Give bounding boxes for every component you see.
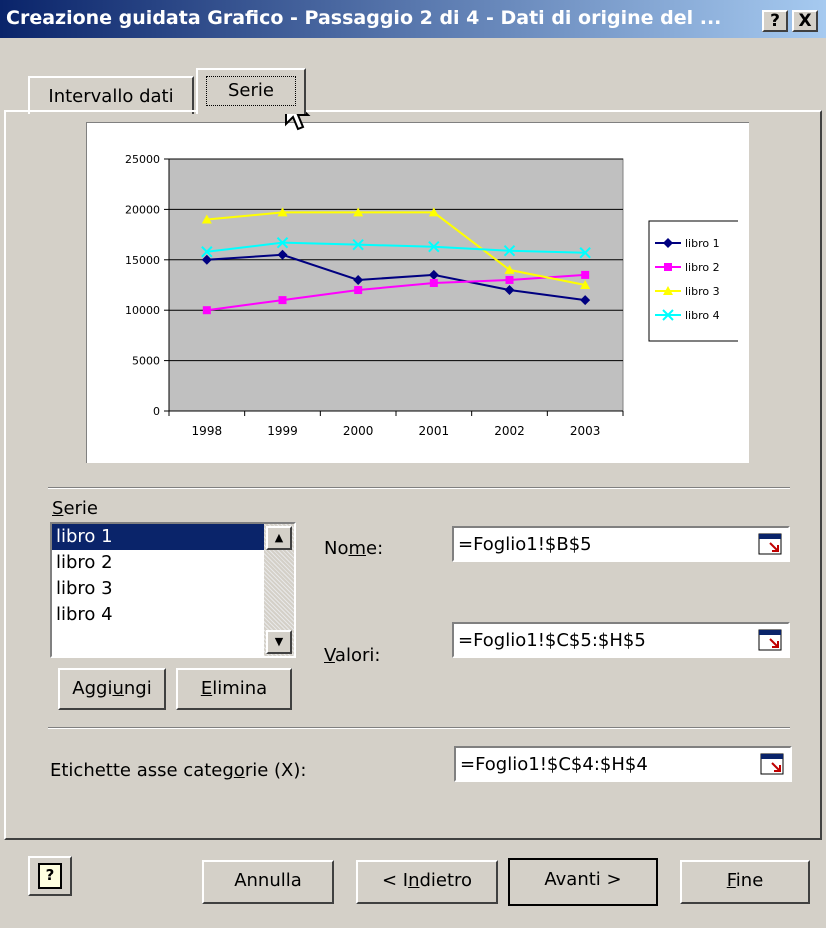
window-title: Creazione guidata Grafico - Passaggio 2 … xyxy=(6,7,722,29)
series-label: Serie xyxy=(52,498,98,519)
cancel-button[interactable]: Annulla xyxy=(202,860,334,904)
range-picker-icon[interactable] xyxy=(758,533,782,555)
y-tick-label: 0 xyxy=(153,405,160,418)
series-list: libro 1 libro 2 libro 3 libro 4 xyxy=(52,524,264,656)
category-labels-field[interactable]: =Foglio1!$C$4:$H$4 xyxy=(454,746,792,782)
line-chart: 0 5000 10000 15000 20000 25000 1998 1999 2000 200… xyxy=(125,153,770,438)
series-point xyxy=(202,306,211,315)
range-picker-icon[interactable] xyxy=(758,629,782,651)
x-tick-label: 2000 xyxy=(343,424,374,438)
x-tick-label: 2003 xyxy=(570,424,601,438)
series-list-item[interactable]: libro 3 xyxy=(52,576,264,602)
plot-area xyxy=(168,158,624,412)
remove-series-button[interactable]: Elimina xyxy=(176,668,292,710)
divider xyxy=(48,487,790,489)
category-field-value: =Foglio1!$C$4:$H$4 xyxy=(460,754,648,775)
series-point xyxy=(278,296,287,305)
tab-serie-label: Serie xyxy=(206,76,296,106)
values-field[interactable]: =Foglio1!$C$5:$H$5 xyxy=(452,622,790,658)
values-field-value: =Foglio1!$C$5:$H$5 xyxy=(458,630,646,651)
tab-intervallo-dati[interactable]: Intervallo dati xyxy=(28,76,194,114)
divider xyxy=(48,727,790,729)
series-list-item[interactable]: libro 2 xyxy=(52,550,264,576)
legend-label: libro 1 xyxy=(685,237,720,250)
x-tick-label: 2001 xyxy=(419,424,450,438)
name-field[interactable]: =Foglio1!$B$5 xyxy=(452,526,790,562)
y-tick-label: 20000 xyxy=(125,203,160,216)
scroll-up-button[interactable]: ▲ xyxy=(266,526,292,550)
help-icon: ? xyxy=(38,863,62,889)
tab-serie[interactable]: Serie xyxy=(196,68,306,114)
scroll-down-button[interactable]: ▼ xyxy=(266,630,292,654)
tab-intervallo-dati-label: Intervallo dati xyxy=(48,86,174,107)
name-field-value: =Foglio1!$B$5 xyxy=(458,534,592,555)
next-button-label: Avanti > xyxy=(544,869,622,890)
legend-label: libro 3 xyxy=(685,285,720,298)
help-button[interactable]: ? xyxy=(28,856,72,896)
series-scrollbar[interactable]: ▲ ▼ xyxy=(264,524,294,656)
x-tick-label: 2002 xyxy=(494,424,525,438)
finish-button[interactable]: Fine xyxy=(680,860,810,904)
x-tick-label: 1999 xyxy=(267,424,298,438)
legend-label: libro 4 xyxy=(685,309,720,322)
chart-preview: 0 5000 10000 15000 20000 25000 1998 1999 2000 200… xyxy=(86,122,770,463)
y-tick-label: 10000 xyxy=(125,304,160,317)
help-title-button[interactable]: ? xyxy=(762,10,788,32)
name-label: Nome: xyxy=(324,538,384,559)
values-label: Valori: xyxy=(324,645,381,666)
next-button[interactable]: Avanti > xyxy=(508,858,658,906)
back-button[interactable]: < Indietro xyxy=(356,860,498,904)
range-picker-icon[interactable] xyxy=(760,753,784,775)
legend-clip xyxy=(738,219,749,345)
add-series-button[interactable]: Aggiungi xyxy=(58,668,166,710)
close-button[interactable]: X xyxy=(792,10,818,32)
x-tick-label: 1998 xyxy=(192,424,223,438)
series-list-item[interactable]: libro 4 xyxy=(52,602,264,628)
y-tick-label: 25000 xyxy=(125,153,160,166)
series-point xyxy=(581,270,590,279)
legend-marker xyxy=(664,263,672,271)
series-list-item[interactable]: libro 1 xyxy=(52,524,264,550)
y-tick-label: 15000 xyxy=(125,254,160,267)
category-labels-label: Etichette asse categorie (X): xyxy=(50,760,307,781)
series-point xyxy=(505,275,514,284)
series-listbox[interactable]: libro 1 libro 2 libro 3 libro 4 ▲ ▼ xyxy=(50,522,296,658)
series-point xyxy=(429,278,438,287)
y-tick-label: 5000 xyxy=(132,355,160,368)
title-bar: Creazione guidata Grafico - Passaggio 2 … xyxy=(0,0,826,38)
series-point xyxy=(354,286,363,295)
legend-label: libro 2 xyxy=(685,261,720,274)
